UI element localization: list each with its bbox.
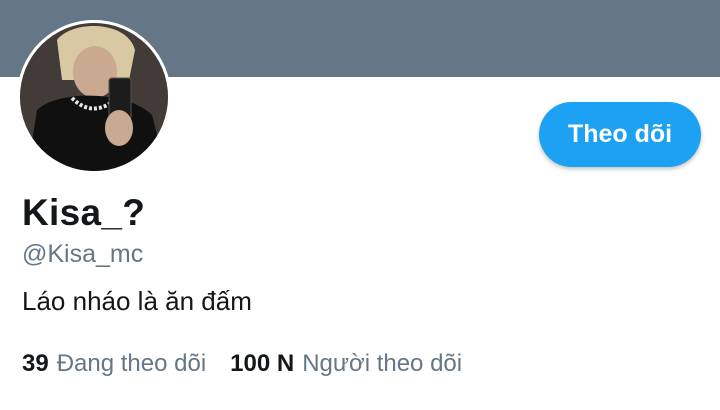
followers-count: 100 N bbox=[230, 350, 295, 377]
followers-label: Người theo dõi bbox=[302, 350, 463, 377]
following-label: Đang theo dõi bbox=[56, 350, 207, 377]
avatar-photo-icon bbox=[17, 20, 171, 174]
following-stat[interactable]: 39 Đang theo dõi bbox=[22, 350, 206, 378]
following-count: 39 bbox=[22, 350, 49, 377]
user-handle: @Kisa_mc bbox=[22, 240, 144, 268]
follow-button[interactable]: Theo dõi bbox=[539, 102, 701, 167]
profile-bio: Láo nháo là ăn đấm bbox=[22, 286, 252, 316]
profile-avatar[interactable] bbox=[17, 20, 171, 174]
display-name: Kisa_? bbox=[22, 192, 146, 233]
profile-stats: 39 Đang theo dõi 100 N Người theo dõi bbox=[22, 350, 486, 378]
followers-stat[interactable]: 100 N Người theo dõi bbox=[230, 350, 462, 378]
